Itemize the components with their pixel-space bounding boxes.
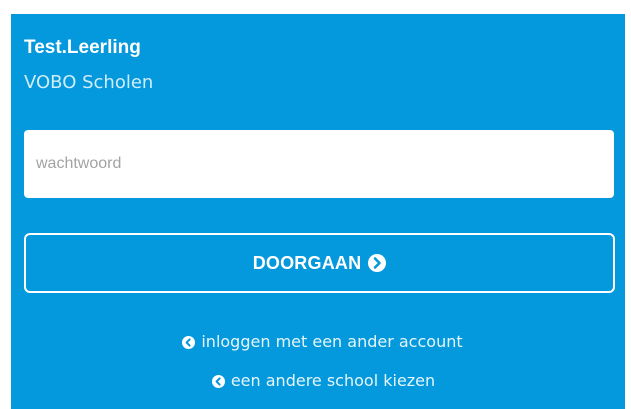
other-account-link[interactable]: inloggen met een ander account — [7, 332, 631, 352]
login-page: Test.Leerling VOBO Scholen DOORGAAN inlo… — [0, 0, 631, 409]
continue-button[interactable]: DOORGAAN — [24, 233, 615, 293]
other-school-link-label: een andere school kiezen — [230, 371, 436, 390]
other-school-link[interactable]: een andere school kiezen — [8, 371, 631, 391]
chevron-left-circle-icon — [182, 335, 196, 349]
chevron-right-circle-icon — [368, 254, 387, 272]
school-name: VOBO Scholen — [24, 72, 154, 93]
chevron-left-circle-icon — [211, 374, 225, 388]
other-account-link-label: inloggen met een ander account — [201, 332, 463, 351]
continue-button-label: DOORGAAN — [252, 252, 362, 273]
password-field[interactable] — [24, 130, 614, 198]
user-name: Test.Leerling — [24, 37, 141, 58]
